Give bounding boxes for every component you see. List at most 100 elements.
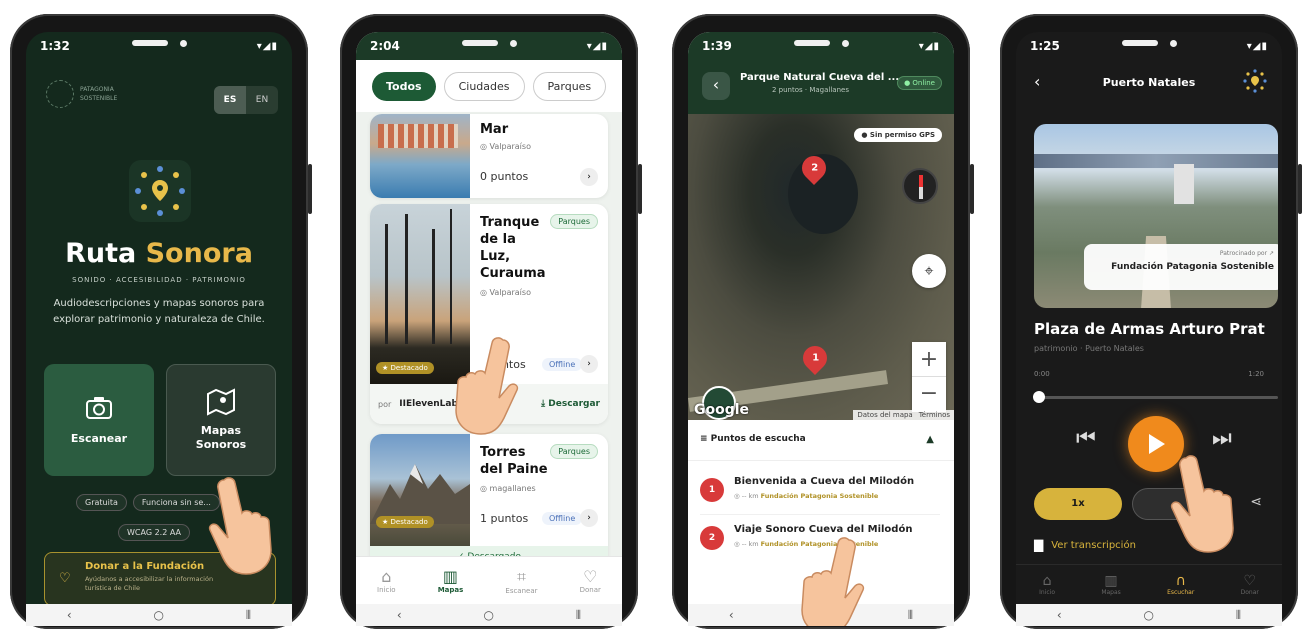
tab-home[interactable]: ⌂ Inicio (377, 567, 396, 594)
transcript-link[interactable]: ▇ Ver transcripción (1034, 538, 1136, 552)
point-item-1[interactable]: 1 Bienvenida a Cueva del Milodón ◎ -- km… (700, 474, 940, 514)
terms-link[interactable]: Términos (919, 411, 950, 419)
time-total: 1:20 (1248, 370, 1264, 378)
points-title: ≡ Puntos de escucha (700, 434, 806, 444)
heart-icon: ♡ (1243, 573, 1257, 589)
phone-2: 2:04 ▾◢▮ Todos Ciudades Parques Mar ◎ Va… (340, 14, 642, 629)
card-2-featured-badge: ★ Destacado (376, 362, 434, 374)
home-icon[interactable]: ○ (154, 608, 164, 622)
back-icon[interactable]: ‹ (397, 608, 402, 622)
map-header: ‹ Parque Natural Cueva del ... 2 puntos … (688, 60, 954, 114)
point-1-meta: ◎ -- km Fundación Patagonia Sostenible (734, 492, 879, 500)
download-button[interactable]: ⤓ Descargar (541, 399, 600, 409)
back-icon[interactable]: ‹ (67, 608, 72, 622)
map-icon: ▥ (1104, 573, 1118, 589)
recents-icon[interactable]: ⦀ (246, 608, 251, 623)
tab-maps[interactable]: ▥ Mapas (1101, 573, 1120, 596)
card-image-3: ★ Destacado (370, 434, 470, 546)
point-1-number: 1 (700, 478, 724, 502)
zoom-in-button[interactable]: + (912, 342, 946, 377)
satellite-map[interactable]: ● Sin permiso GPS ⌖ + − 2 1 Google Datos… (688, 114, 954, 420)
signal-icon: ▾◢▮ (256, 40, 278, 52)
scan-button[interactable]: Escanear (44, 364, 154, 476)
app-title-2: Sonora (145, 238, 253, 269)
pointing-hand-icon (801, 537, 865, 626)
back-button[interactable]: ‹ (702, 72, 730, 100)
track-title: Plaza de Armas Arturo Prat (1034, 320, 1265, 338)
card-1-chevron-icon[interactable]: › (580, 168, 598, 186)
system-nav-bar: ‹ ○ ⦀ (26, 604, 292, 626)
lang-en-button[interactable]: EN (246, 86, 278, 114)
pointing-hand-icon (455, 337, 519, 435)
park-subtitle: 2 puntos · Magallanes (772, 86, 849, 94)
tab-listen[interactable]: ∩ Escuchar (1167, 573, 1194, 596)
google-logo: Google (694, 402, 750, 418)
card-1-points: 0 puntos (480, 170, 529, 183)
tab-scan[interactable]: ⌗ Escanear (505, 567, 537, 595)
maps-list-screen: 2:04 ▾◢▮ Todos Ciudades Parques Mar ◎ Va… (356, 32, 622, 626)
notch (114, 32, 204, 54)
filter-parks-tab[interactable]: Parques (532, 71, 607, 101)
donate-subtitle: Ayúdanos a accesibilizar la información … (85, 575, 214, 592)
card-2-chevron-icon[interactable]: › (580, 355, 598, 373)
app-description: Audiodescripciones y mapas sonoros para … (53, 298, 265, 325)
back-icon[interactable]: ‹ (729, 608, 734, 622)
lang-es-button[interactable]: ES (214, 86, 246, 114)
tab-maps[interactable]: ▥ Mapas (438, 567, 464, 594)
tab-donate[interactable]: ♡ Donar (580, 567, 601, 594)
tab-donate[interactable]: ♡ Donar (1241, 573, 1259, 596)
play-icon (1149, 434, 1165, 454)
map-icon: ▥ (442, 567, 459, 586)
card-3-title: Torres del Paine (480, 445, 548, 477)
player-screen: 1:25 ▾◢▮ ‹ Puerto Natales Patrocinado po… (1016, 32, 1282, 626)
map-attribution: Datos del mapa Términos (853, 410, 954, 420)
compass-icon[interactable] (902, 168, 938, 204)
route-card-3[interactable]: ★ Destacado Torres del Paine Parques ◎ m… (370, 434, 608, 576)
zoom-out-button[interactable]: − (912, 377, 946, 412)
card-3-chevron-icon[interactable]: › (580, 509, 598, 527)
map-data-link[interactable]: Datos del mapa (857, 411, 912, 419)
speed-button[interactable]: 1x (1034, 488, 1122, 520)
sound-maps-button[interactable]: Mapas Sonoros (166, 364, 276, 476)
app-logo-icon (1242, 68, 1268, 94)
card-3-offline-badge: Offline (542, 512, 583, 525)
status-time: 1:32 (40, 39, 70, 53)
pointing-hand-icon (1170, 455, 1234, 553)
home-icon[interactable]: ○ (484, 608, 494, 622)
bottom-tab-bar: ⌂ Inicio ▥ Mapas ∩ Escuchar ♡ Donar (1016, 564, 1282, 604)
status-time: 2:04 (370, 39, 400, 53)
language-switch: ES EN (214, 86, 278, 114)
card-3-featured-badge: ★ Destacado (376, 516, 434, 528)
next-icon[interactable]: ⏭ (1212, 426, 1232, 451)
brand-name-2: SOSTENIBLE (80, 95, 118, 102)
map-marker-1[interactable]: 1 (798, 341, 832, 375)
filter-cities-tab[interactable]: Ciudades (443, 71, 525, 101)
time-elapsed: 0:00 (1034, 370, 1050, 378)
progress-slider[interactable] (1032, 391, 1278, 403)
previous-icon[interactable]: ⏮ (1076, 426, 1096, 451)
signal-icon: ▾◢▮ (1246, 40, 1268, 52)
back-icon[interactable]: ‹ (1057, 608, 1062, 622)
collapse-icon[interactable]: ▲ (926, 434, 934, 445)
pointing-hand-icon (208, 477, 272, 575)
tab-home[interactable]: ⌂ Inicio (1039, 573, 1055, 596)
recenter-button[interactable]: ⌖ (912, 254, 946, 288)
brand-logo-icon (46, 80, 74, 108)
house-icon: ⌂ (381, 567, 392, 586)
route-card-1[interactable]: Mar ◎ Valparaíso 0 puntos › (370, 114, 608, 198)
recents-icon[interactable]: ⦀ (908, 608, 913, 623)
gps-status-badge: ● Sin permiso GPS (854, 128, 942, 142)
sponsor-prefix: por (378, 399, 392, 409)
app-logo-icon (129, 160, 191, 222)
home-icon[interactable]: ○ (1144, 608, 1154, 622)
progress-knob[interactable] (1032, 391, 1045, 403)
recents-icon[interactable]: ⦀ (1236, 608, 1241, 623)
sponsor-card[interactable]: Patrocinado por ↗ Fundación Patagonia So… (1084, 244, 1278, 290)
card-3-tag: Parques (550, 444, 598, 459)
card-1-location: ◎ Valparaíso (480, 142, 531, 151)
recents-icon[interactable]: ⦀ (576, 608, 581, 623)
filter-all-tab[interactable]: Todos (372, 71, 436, 101)
card-2-tag: Parques (550, 214, 598, 229)
share-icon[interactable]: ⋖ (1250, 494, 1262, 510)
map-icon (207, 388, 235, 416)
